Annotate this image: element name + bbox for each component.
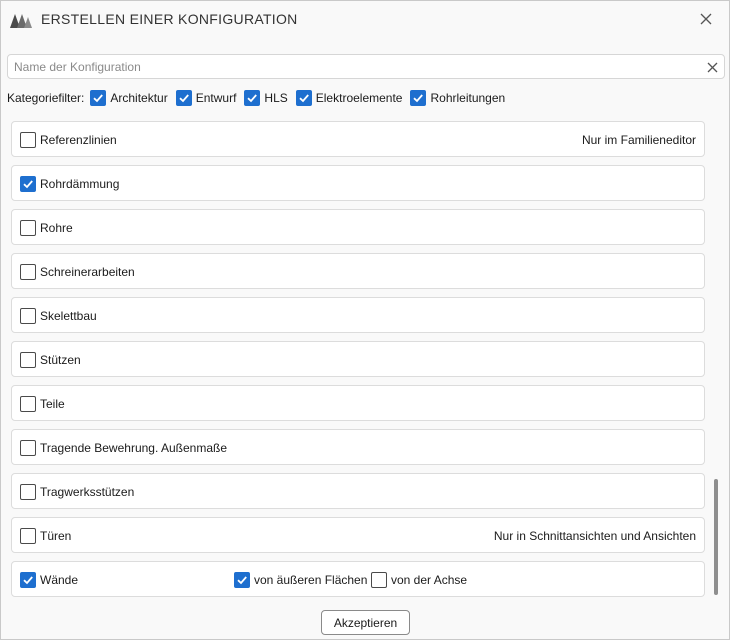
list-item-label: Teile <box>40 397 65 411</box>
list-item-note: Nur in Schnittansichten und Ansichten <box>493 529 696 543</box>
list-item-label: Tragwerksstützen <box>40 485 135 499</box>
list-item[interactable]: Türen Nur in Schnittansichten und Ansich… <box>11 517 705 553</box>
category-filter-bar: Kategoriefilter: Architektur Entwurf HLS… <box>7 88 513 108</box>
checkbox[interactable] <box>20 396 36 412</box>
list-item-label: Skelettbau <box>40 309 97 323</box>
checkbox[interactable] <box>20 264 36 280</box>
filter-elektroelemente[interactable]: Elektroelemente <box>295 90 403 106</box>
checkbox[interactable] <box>20 352 36 368</box>
filter-entwurf[interactable]: Entwurf <box>175 90 237 106</box>
title-bar: ERSTELLEN EINER KONFIGURATION <box>1 1 729 37</box>
check-icon <box>237 576 247 585</box>
checkbox[interactable] <box>175 90 192 106</box>
filter-label: Rohrleitungen <box>430 91 506 105</box>
list-item[interactable]: Stützen <box>11 341 705 377</box>
checkbox[interactable] <box>244 90 261 106</box>
scrollbar-thumb[interactable] <box>714 479 718 595</box>
check-icon <box>23 576 33 585</box>
list-item[interactable]: Tragende Bewehrung. Außenmaße <box>11 429 705 465</box>
option-axis[interactable]: von der Achse <box>371 572 467 588</box>
option-label: von äußeren Flächen <box>254 573 368 587</box>
checkbox[interactable] <box>20 440 36 456</box>
checkbox[interactable] <box>234 572 250 588</box>
list-item-label: Referenzlinien <box>40 133 117 147</box>
checkbox[interactable] <box>371 572 387 588</box>
check-icon <box>93 94 104 103</box>
checkbox[interactable] <box>20 132 36 148</box>
list-item-label: Wände <box>40 573 79 587</box>
list-item[interactable]: Tragwerksstützen <box>11 473 705 509</box>
list-item-label: Tragende Bewehrung. Außenmaße <box>40 441 228 455</box>
accept-button[interactable]: Akzeptieren <box>321 610 410 635</box>
list-item-label: Stützen <box>40 353 81 367</box>
checkbox[interactable] <box>20 484 36 500</box>
option-outer-surfaces[interactable]: von äußeren Flächen <box>234 572 367 588</box>
filter-label: Entwurf <box>195 91 237 105</box>
configuration-name-input[interactable] <box>14 58 694 76</box>
list-item-label: Türen <box>40 529 72 543</box>
close-icon <box>707 62 717 72</box>
company-logo <box>9 11 33 29</box>
category-filter-label: Kategoriefilter: <box>7 91 85 105</box>
list-item[interactable]: Teile <box>11 385 705 421</box>
dialog-window: ERSTELLEN EINER KONFIGURATION Kategorief… <box>0 0 730 640</box>
checkbox[interactable] <box>20 572 36 588</box>
list-item-label: Rohre <box>40 221 73 235</box>
list-item[interactable]: Skelettbau <box>11 297 705 333</box>
checkbox[interactable] <box>20 220 36 236</box>
check-icon <box>23 180 33 189</box>
list-item-note: Nur im Familieneditor <box>581 133 696 147</box>
filter-rohrleitungen[interactable]: Rohrleitungen <box>410 90 505 106</box>
checkbox[interactable] <box>20 528 36 544</box>
list-item-label: Schreinerarbeiten <box>40 265 135 279</box>
clear-search-button[interactable] <box>704 59 720 75</box>
check-icon <box>179 94 189 103</box>
checkbox[interactable] <box>295 90 312 106</box>
list-item-label: Rohrdämmung <box>40 177 120 191</box>
filter-label: Elektroelemente <box>315 91 403 105</box>
dialog-title: ERSTELLEN EINER KONFIGURATION <box>41 11 298 27</box>
list-item[interactable]: Rohrdämmung <box>11 165 705 201</box>
check-icon <box>413 94 424 103</box>
checkbox[interactable] <box>410 90 427 106</box>
list-item[interactable]: Schreinerarbeiten <box>11 253 705 289</box>
list-item[interactable]: Rohre <box>11 209 705 245</box>
option-label: von der Achse <box>391 573 468 587</box>
checkbox[interactable] <box>20 176 36 192</box>
filter-architektur[interactable]: Architektur <box>90 90 168 106</box>
configuration-name-field <box>7 54 725 79</box>
check-icon <box>247 94 258 103</box>
check-icon <box>299 94 309 103</box>
close-icon <box>700 13 712 25</box>
checkbox[interactable] <box>90 90 107 106</box>
filter-label: Architektur <box>110 91 168 105</box>
list-item[interactable]: Wände von äußeren Flächen von der Achse <box>11 561 705 597</box>
list-item[interactable]: Referenzlinien Nur im Familieneditor <box>11 121 705 157</box>
checkbox[interactable] <box>20 308 36 324</box>
filter-hls[interactable]: HLS <box>244 90 288 106</box>
filter-label: HLS <box>264 91 288 105</box>
close-button[interactable] <box>693 7 719 31</box>
